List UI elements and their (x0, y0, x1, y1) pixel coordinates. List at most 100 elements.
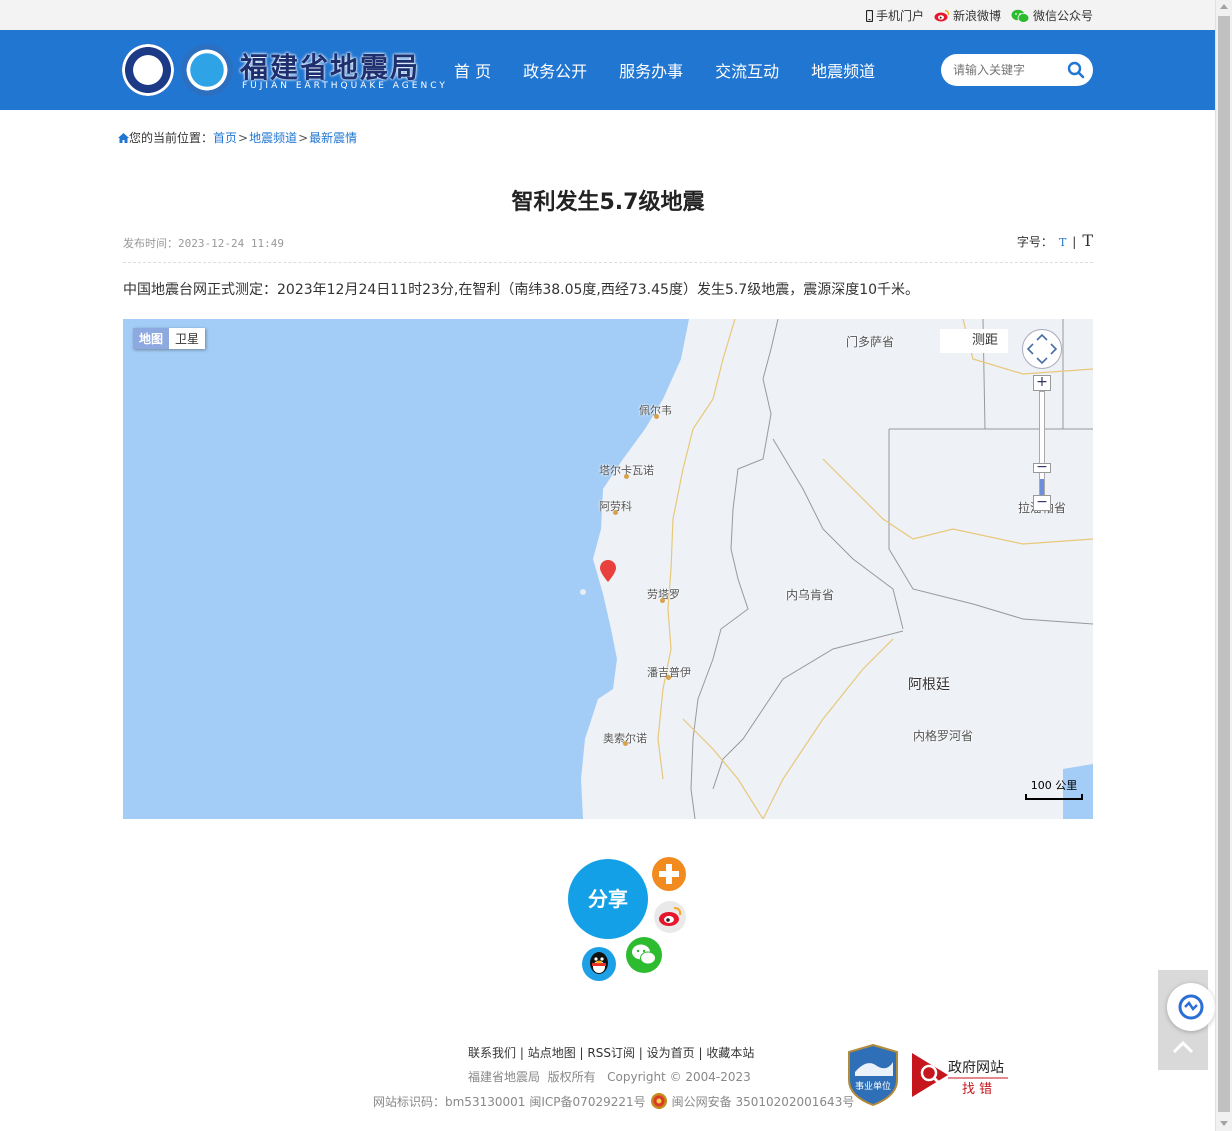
home-icon (118, 132, 129, 143)
main-nav: 首 页 政务公开 服务办事 交流互动 地震频道 (454, 58, 875, 82)
wechat-link[interactable]: 微信公众号 (1011, 7, 1093, 24)
nav-earthquake-channel[interactable]: 地震频道 (811, 58, 875, 82)
font-big-button[interactable]: T (1082, 231, 1093, 250)
scale-label: 100 公里 (1030, 779, 1078, 792)
breadcrumb-home[interactable]: 首页 (213, 129, 237, 146)
footer-contact-link[interactable]: 联系我们 (468, 1046, 516, 1060)
city-marker (660, 598, 665, 603)
gov-site-error-report[interactable]: 政府网站 找 错 (912, 1053, 1012, 1097)
map-tab-satellite[interactable]: 卫星 (169, 328, 206, 349)
nav-services[interactable]: 服务办事 (619, 58, 683, 82)
site-title[interactable]: 福建省地震局 (240, 46, 420, 86)
breadcrumb: 您的当前位置： 首页 > 地震频道 > 最新震情 (118, 129, 357, 146)
search-icon[interactable] (1067, 61, 1085, 79)
footer-bookmark-link[interactable]: 收藏本站 (706, 1046, 754, 1060)
epicenter-map[interactable]: 门多萨省 佩尔韦 塔尔卡瓦诺 阿劳科 劳塔罗 潘吉普伊 奥索尔诺 内乌肯省 阿根… (123, 319, 1093, 819)
share-button[interactable]: 分享 (568, 859, 648, 939)
copyright-owner: 福建省地震局 (468, 1070, 541, 1084)
font-size-separator: | (1072, 235, 1077, 249)
copyright-rights: 版权所有 (547, 1070, 596, 1084)
city-marker (613, 510, 618, 515)
city-marker (654, 414, 659, 419)
zoom-control: + − − (1033, 375, 1051, 515)
map-tab-standard[interactable]: 地图 (133, 328, 170, 349)
article-divider (123, 262, 1093, 263)
font-size-label: 字号： (1016, 235, 1053, 249)
copyright-years: Copyright © 2004-2023 (607, 1070, 751, 1084)
nav-home[interactable]: 首 页 (454, 58, 491, 82)
fjea-logo (181, 44, 233, 96)
map-pan-control[interactable] (1022, 329, 1062, 369)
back-to-top-button[interactable] (1158, 1022, 1208, 1070)
pan-arrows-icon (1026, 333, 1058, 365)
scale-bar (1025, 794, 1083, 800)
city-marker (666, 675, 671, 680)
mobile-icon (865, 9, 873, 22)
province-border (888, 429, 1093, 625)
search-box (941, 54, 1093, 86)
city-marker (623, 741, 628, 746)
weibo-label: 新浪微博 (952, 9, 1001, 23)
mobile-portal-label: 手机门户 (875, 9, 924, 23)
zoom-out-button[interactable]: − (1033, 495, 1051, 511)
article-body: 中国地震台网正式测定：2023年12月24日11时23分,在智利（南纬38.05… (123, 282, 920, 298)
nav-interaction[interactable]: 交流互动 (715, 58, 779, 82)
badge-text: 事业单位 (855, 1080, 891, 1092)
map-scale: 100 公里 (1025, 777, 1083, 800)
font-size-control: 字号： T | T (1017, 231, 1093, 250)
chile-argentina-border (690, 319, 779, 819)
footer-set-home-link[interactable]: 设为首页 (647, 1046, 695, 1060)
footer-copyright: 福建省地震局 版权所有 Copyright © 2004-2023 (468, 1068, 751, 1085)
map-label-argentina: 阿根廷 (908, 677, 950, 693)
zoom-in-button[interactable]: + (1033, 375, 1051, 391)
breadcrumb-prefix: 您的当前位置： (129, 131, 214, 145)
breadcrumb-earthquake-channel[interactable]: 地震频道 (249, 129, 297, 146)
icp-link[interactable]: 闽ICP备07029221号 (529, 1093, 645, 1110)
scroll-thumb[interactable] (1218, 16, 1230, 1112)
chevron-up-icon (1172, 1040, 1194, 1054)
breadcrumb-separator: > (238, 130, 249, 145)
nav-government-affairs[interactable]: 政务公开 (523, 58, 587, 82)
wechat-share-icon[interactable] (625, 936, 663, 974)
wechat-icon (1011, 9, 1030, 23)
map-type-switch: 地图 卫星 (133, 328, 206, 349)
public-institution-badge[interactable]: 事业单位 (847, 1044, 899, 1106)
footer-sitemap-link[interactable]: 站点地图 (528, 1046, 576, 1060)
zoom-slider-handle[interactable]: − (1033, 460, 1051, 474)
weibo-link[interactable]: 新浪微博 (934, 7, 1001, 24)
weibo-share-icon[interactable] (653, 900, 687, 934)
top-bar: 手机门户 新浪微博 微信公众号 (0, 0, 1215, 30)
police-record-link[interactable]: 闽公网安备 35010202001643号 (672, 1093, 855, 1110)
page-scrollbar[interactable] (1215, 0, 1232, 1131)
gov-error-title: 政府网站 (948, 1060, 1004, 1076)
qq-share-icon[interactable] (581, 946, 617, 982)
publish-time: 2023-12-24 11:49 (178, 237, 284, 250)
footer-links: 联系我们 | 站点地图 | RSS订阅 | 设为首页 | 收藏本站 (468, 1046, 755, 1060)
province-border (712, 630, 904, 790)
map-label-mendoza: 门多萨省 (846, 335, 895, 349)
police-badge-icon (650, 1093, 667, 1109)
site-header: 福建省地震局 FUJIAN EARTHQUAKE AGENCY 首 页 政务公开… (0, 30, 1215, 110)
font-small-button[interactable]: T (1059, 236, 1066, 249)
breadcrumb-latest[interactable]: 最新震情 (309, 129, 357, 146)
epicenter-marker-icon[interactable] (600, 560, 616, 582)
breadcrumb-separator: > (298, 130, 309, 145)
wechat-label: 微信公众号 (1032, 9, 1093, 23)
city-marker (624, 474, 629, 479)
footer-rss-link[interactable]: RSS订阅 (587, 1046, 635, 1060)
site-subtitle: FUJIAN EARTHQUAKE AGENCY (242, 81, 448, 91)
measure-distance-button[interactable]: 测距 (940, 329, 1008, 353)
map-label-neuquen: 内乌肯省 (786, 588, 835, 602)
scroll-down-arrow[interactable] (1220, 1121, 1228, 1126)
national-seal-logo (122, 44, 174, 96)
publish-meta: 发布时间：2023-12-24 11:49 (123, 235, 284, 251)
weibo-icon (934, 9, 950, 22)
mobile-portal-link[interactable]: 手机门户 (865, 7, 924, 24)
top-links: 手机门户 新浪微博 微信公众号 (865, 7, 1093, 24)
more-share-icon[interactable] (651, 856, 687, 892)
scroll-up-arrow[interactable] (1220, 4, 1228, 9)
site-id: 网站标识码：bm53130001 (373, 1094, 526, 1109)
search-input[interactable] (953, 61, 1061, 79)
island (580, 589, 586, 595)
road (762, 638, 894, 819)
